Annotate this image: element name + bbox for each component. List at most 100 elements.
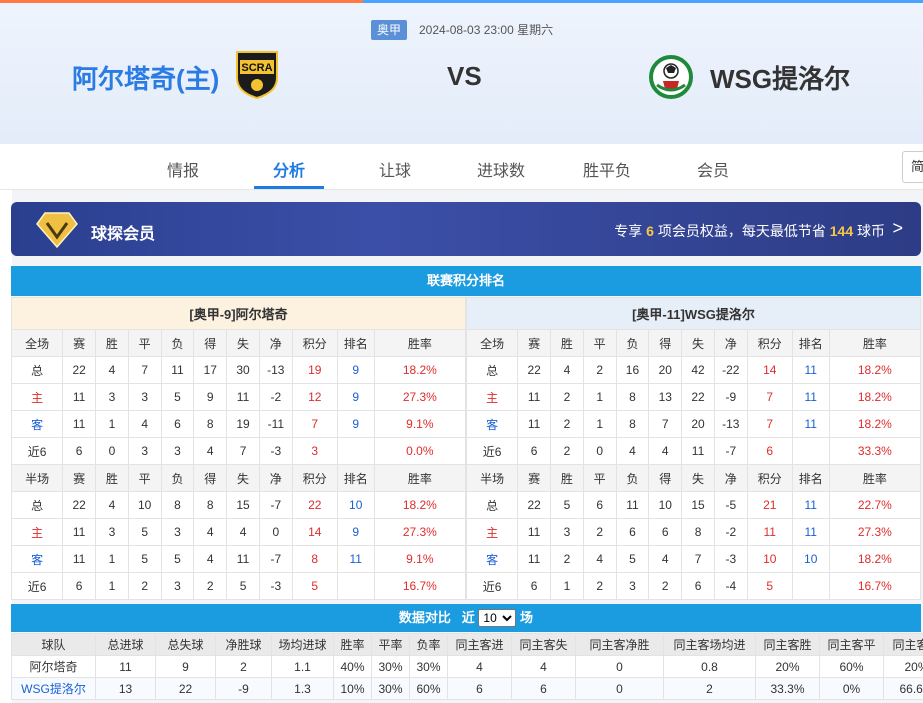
table-cell: 22 [517,356,552,384]
table-cell: 11 [160,356,195,384]
table-cell: -13 [713,410,748,438]
row-label: 主 [465,383,519,411]
column-header: 净 [713,464,748,492]
column-header: 净胜球 [215,633,272,656]
column-header: 赛 [62,329,97,357]
home-logo-text: SCRA [241,62,272,74]
table-cell: 5 [160,383,195,411]
table-cell: 3 [550,518,584,546]
column-header: 失 [226,464,260,492]
column-header: 净 [258,464,293,492]
home-team-name[interactable]: 阿尔塔奇(主) [72,59,219,96]
table-cell: 6 [447,677,512,700]
tab-handicap[interactable]: 让球 [379,157,411,181]
table-cell: 2 [550,437,584,465]
column-header: 同主客场均进 [663,633,756,656]
table-row: 主 11 3 5 3 4 4 0 14 9 27.3% [10,518,467,546]
table-cell: 6 [62,437,97,465]
tab-member[interactable]: 会员 [697,157,729,181]
table-cell: 10 [791,545,830,573]
table-cell: -2 [258,383,293,411]
games-count-select[interactable]: 10 [478,609,517,627]
table-cell: 7 [226,437,260,465]
table-cell: 9.1% [373,545,467,573]
row-label: 客 [465,410,519,438]
table-cell: 19 [226,410,260,438]
column-header: 同主客净胜 [575,633,664,656]
tab-goals[interactable]: 进球数 [477,157,525,181]
table-cell: 22 [681,383,715,411]
away-team-logo[interactable] [649,55,693,104]
table-cell: 4 [582,545,617,573]
table-cell: -13 [258,356,293,384]
table-cell: 0 [258,518,293,546]
column-header: 平率 [371,633,410,656]
home-team-header[interactable]: [奥甲-9]阿尔塔奇 [11,297,466,330]
table-cell: 4 [127,410,162,438]
column-header: 失 [681,464,715,492]
table-cell: 22.7% [828,491,922,519]
member-banner[interactable]: 球探会员 专享 6 项会员权益，每天最低节省 144 球币 > [11,202,921,256]
table-cell: 11 [62,545,97,573]
table-cell: 22 [62,491,97,519]
column-header: 平 [127,464,162,492]
table-cell: 20 [681,410,715,438]
table-cell: 4 [615,437,650,465]
column-header: 胜率 [828,464,922,492]
column-header: 失 [681,329,715,357]
table-row: 客 11 1 5 5 4 11 -7 8 11 9.1% [10,545,467,573]
language-toggle[interactable]: 简 [902,151,923,183]
table-cell: 1 [95,545,129,573]
table-cell: 20% [883,655,923,678]
table-cell: 4 [226,518,260,546]
table-cell: 3 [160,437,195,465]
table-cell: 30 [226,356,260,384]
column-header: 胜 [550,329,584,357]
chevron-right-icon[interactable]: > [892,218,903,239]
away-team-header[interactable]: [奥甲-11]WSG提洛尔 [466,297,921,330]
column-header: 半场 [465,464,519,492]
table-row: 近6 6 0 3 3 4 7 -3 3 0.0% [10,437,467,465]
table-cell: 11 [615,491,650,519]
table-cell: 0 [575,677,664,700]
table-cell: 11 [791,410,830,438]
table-cell: -7 [258,545,293,573]
table-cell: 6 [582,491,617,519]
table-cell: 1 [550,572,584,600]
table-cell: 2 [193,572,228,600]
table-cell: 20 [648,356,683,384]
table-cell: 9 [336,518,375,546]
member-desc: 专享 6 项会员权益，每天最低节省 144 球币 [614,223,885,239]
column-header: 半场 [10,464,64,492]
table-cell: 3 [127,383,162,411]
team-name-cell[interactable]: WSG提洛尔 [11,677,96,700]
league-badge[interactable]: 奥甲 [371,20,408,40]
team-name-cell[interactable]: 阿尔塔奇 [11,655,96,678]
table-cell: 2 [582,572,617,600]
column-header: 场均进球 [271,633,334,656]
tab-analysis[interactable]: 分析 [273,157,305,181]
column-header: 负 [615,464,650,492]
table-cell: -2 [713,518,748,546]
table-cell: 20% [755,655,820,678]
column-header: 赛 [517,329,552,357]
table-cell: 9.1% [373,410,467,438]
home-team-logo[interactable]: SCRA [234,48,280,105]
table-row: 近6 6 1 2 3 2 5 -3 5 16.7% [10,572,467,600]
away-team-name[interactable]: WSG提洛尔 [710,59,850,96]
table-cell: 11 [517,410,552,438]
table-cell: 33.3% [828,437,922,465]
table-cell: 9 [336,410,375,438]
column-header: 得 [648,329,683,357]
tab-1x2[interactable]: 胜平负 [583,157,631,181]
table-cell: -7 [258,491,293,519]
table-cell [791,437,830,465]
tab-intel[interactable]: 情报 [167,157,199,181]
table-cell: 3 [95,383,129,411]
table-cell: 11 [746,518,793,546]
table-cell: 0 [582,437,617,465]
table-cell: 27.3% [373,518,467,546]
table-cell: 6 [615,518,650,546]
home-standings-table: [奥甲-9]阿尔塔奇 全场赛胜平负得失净积分 排名 胜率总 22 4 7 11 17 30 -13… [10,297,467,600]
column-header: 排名 [791,464,830,492]
